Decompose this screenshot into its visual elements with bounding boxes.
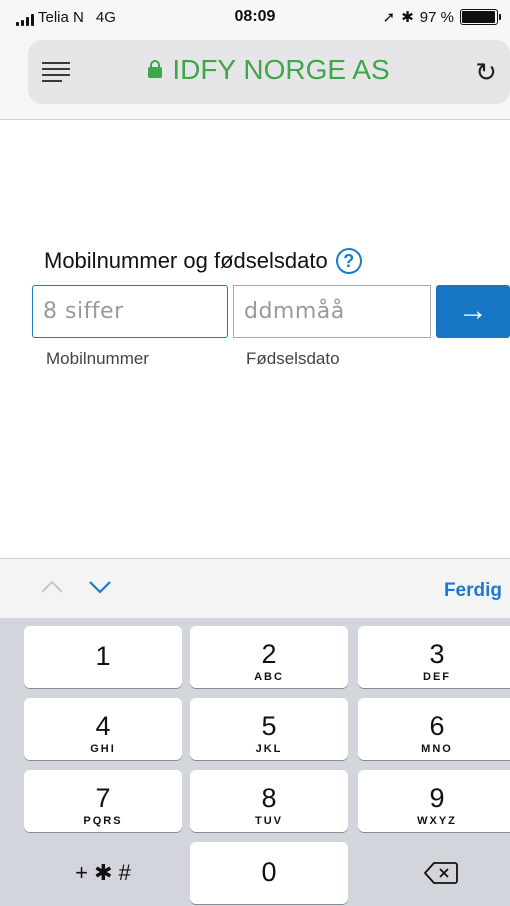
key-letters: DEF bbox=[423, 671, 451, 683]
key-letters: WXYZ bbox=[417, 815, 457, 827]
key-3[interactable]: 3 DEF bbox=[358, 626, 510, 688]
status-right: ➚ ✱ 97 % bbox=[382, 8, 501, 26]
reload-icon[interactable]: ↻ bbox=[472, 58, 500, 86]
battery-fill bbox=[462, 11, 495, 23]
url-bar[interactable]: IDFY NORGE AS ↻ bbox=[28, 40, 510, 104]
key-digit: 0 bbox=[261, 857, 277, 887]
battery-percent: 97 % bbox=[419, 8, 454, 26]
battery-icon bbox=[460, 9, 501, 25]
key-5[interactable]: 5 JKL bbox=[190, 698, 348, 760]
chevron-down-icon[interactable] bbox=[88, 575, 112, 599]
key-7[interactable]: 7 PQRS bbox=[24, 770, 182, 832]
battery-tip bbox=[499, 14, 501, 20]
phone-input[interactable]: 8 siffer bbox=[32, 285, 228, 338]
backspace-icon bbox=[424, 862, 458, 884]
symbols-key[interactable]: + ✱ # bbox=[24, 842, 182, 904]
key-letters: TUV bbox=[255, 815, 283, 827]
birthdate-input[interactable]: ddmmåå bbox=[233, 285, 431, 338]
form-label-text: Mobilnummer og fødselsdato bbox=[44, 248, 328, 273]
page-content: Mobilnummer og fødselsdato ? 8 siffer dd… bbox=[0, 120, 510, 558]
birthdate-hint: Fødselsdato bbox=[246, 349, 340, 368]
key-digit: 3 bbox=[429, 639, 445, 669]
key-letters: MNO bbox=[421, 743, 453, 755]
key-0[interactable]: 0 bbox=[190, 842, 348, 904]
chevron-up-icon[interactable] bbox=[40, 575, 64, 599]
key-letters: JKL bbox=[255, 743, 283, 755]
submit-button[interactable]: → bbox=[436, 285, 510, 338]
key-digit: 5 bbox=[261, 711, 277, 741]
key-8[interactable]: 8 TUV bbox=[190, 770, 348, 832]
bluetooth-icon: ✱ bbox=[401, 9, 414, 26]
browser-toolbar: IDFY NORGE AS ↻ bbox=[0, 34, 510, 120]
key-digit: 2 bbox=[261, 639, 277, 669]
key-digit: 4 bbox=[95, 711, 111, 741]
key-2[interactable]: 2 ABC bbox=[190, 626, 348, 688]
site-name: IDFY NORGE AS bbox=[172, 54, 390, 85]
status-bar: Telia N 4G 08:09 ➚ ✱ 97 % bbox=[0, 0, 510, 34]
key-4[interactable]: 4 GHI bbox=[24, 698, 182, 760]
site-title: IDFY NORGE AS bbox=[28, 54, 510, 86]
key-6[interactable]: 6 MNO bbox=[358, 698, 510, 760]
key-letters: ABC bbox=[254, 671, 284, 683]
numeric-keypad: 1 2 ABC 3 DEF 4 GHI 5 JKL 6 MNO 7 PQRS 8 TUV 9 W… bbox=[0, 618, 510, 906]
key-letters: GHI bbox=[90, 743, 116, 755]
key-letters: PQRS bbox=[83, 815, 123, 827]
key-1[interactable]: 1 bbox=[24, 626, 182, 688]
form-label: Mobilnummer og fødselsdato ? bbox=[44, 248, 362, 274]
key-digit: 7 bbox=[95, 783, 111, 813]
done-button[interactable]: Ferdig bbox=[444, 580, 502, 602]
location-arrow-icon: ➚ bbox=[382, 9, 396, 26]
key-digit: 9 bbox=[429, 783, 445, 813]
phone-hint: Mobilnummer bbox=[46, 349, 149, 368]
backspace-key[interactable] bbox=[358, 842, 510, 904]
keyboard-accessory-bar: Ferdig bbox=[0, 558, 510, 618]
key-9[interactable]: 9 WXYZ bbox=[358, 770, 510, 832]
key-digit: 6 bbox=[429, 711, 445, 741]
key-digit: 8 bbox=[261, 783, 277, 813]
lock-icon bbox=[148, 60, 163, 78]
help-icon[interactable]: ? bbox=[335, 248, 362, 274]
symbols-label: + ✱ # bbox=[75, 860, 131, 885]
key-digit: 1 bbox=[95, 641, 111, 671]
